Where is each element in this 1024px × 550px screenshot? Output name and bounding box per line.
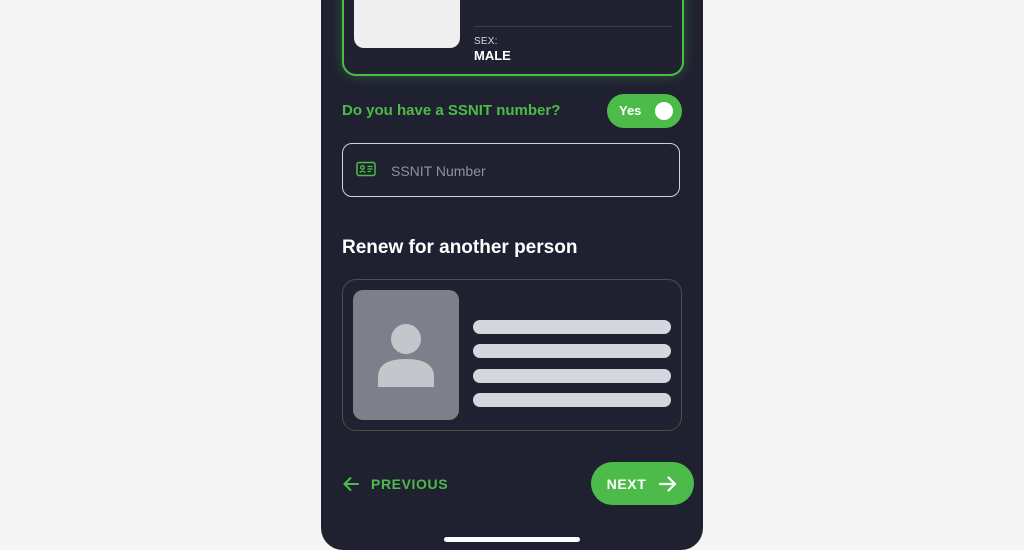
toggle-label: Yes [619, 103, 642, 118]
home-indicator [444, 537, 580, 542]
toggle-knob [655, 102, 673, 120]
sex-label: SEX: [474, 36, 498, 47]
ssnit-toggle[interactable]: Yes [607, 94, 682, 128]
card-divider [474, 26, 672, 27]
placeholder-line [473, 393, 671, 407]
section-title: Renew for another person [342, 237, 578, 258]
placeholder-line [473, 369, 671, 383]
arrow-right-icon [659, 475, 677, 492]
ssnit-input[interactable] [389, 144, 673, 198]
another-person-card[interactable] [342, 279, 682, 431]
previous-label: PREVIOUS [371, 476, 449, 492]
arrow-left-icon [343, 477, 359, 491]
current-person-card: SEX: MALE [342, 0, 684, 76]
ssnit-field[interactable] [342, 143, 680, 198]
sex-value: MALE [474, 48, 511, 63]
next-button[interactable]: NEXT [591, 462, 694, 505]
person-avatar-icon [378, 324, 434, 387]
previous-button[interactable]: PREVIOUS [342, 472, 448, 496]
placeholder-line [473, 320, 671, 334]
ssnit-question: Do you have a SSNIT number? [342, 102, 561, 119]
id-card-icon [356, 161, 376, 177]
avatar-placeholder [353, 290, 459, 420]
person-photo [354, 0, 460, 48]
app-screen: SEX: MALE Do you have a SSNIT number? Ye… [321, 0, 703, 550]
placeholder-line [473, 344, 671, 358]
next-label: NEXT [606, 475, 647, 492]
